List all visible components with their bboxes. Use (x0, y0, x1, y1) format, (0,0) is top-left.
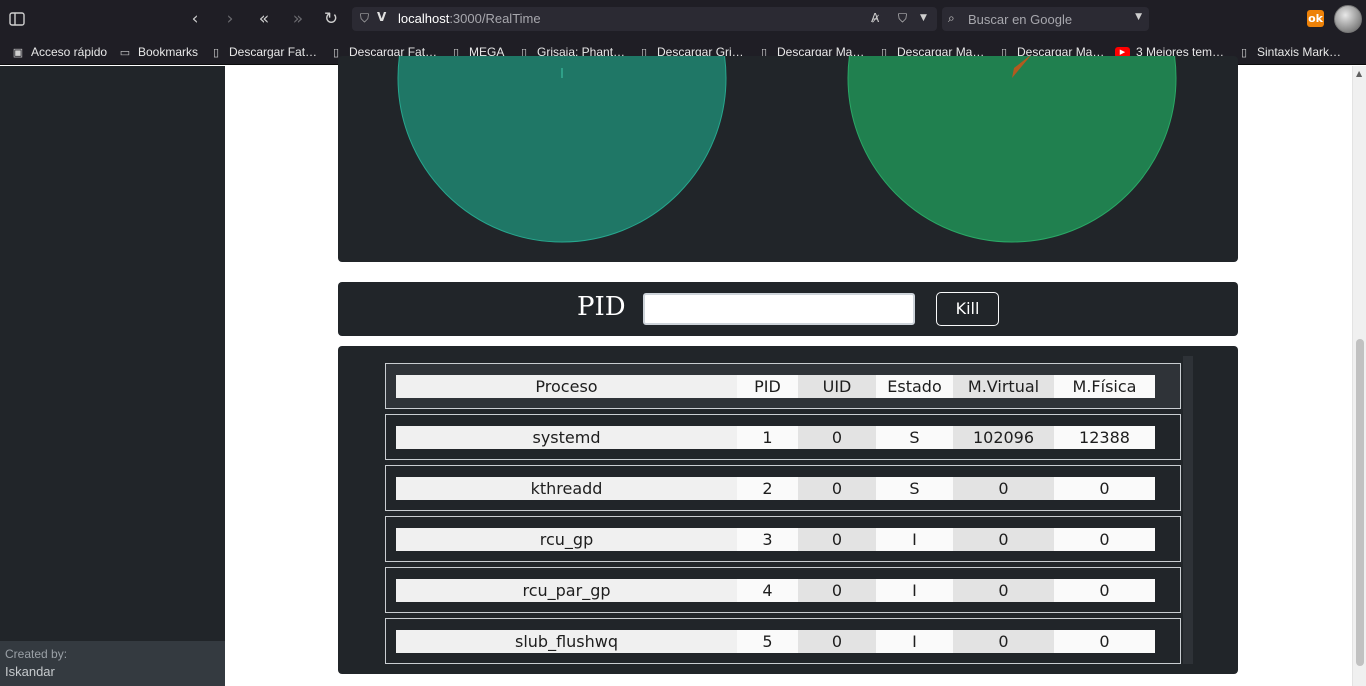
page-icon: ▯ (1240, 46, 1248, 59)
cell-mvirtual: 0 (953, 476, 1054, 500)
page-content: Created by: Iskandar PID Kill Proceso PI… (0, 56, 1352, 686)
bookmark-item[interactable]: ▣ Acceso rápido (11, 44, 107, 60)
search-icon: ⌕ (948, 11, 955, 25)
credit-label: Created by: (5, 647, 68, 661)
cell-uid: 0 (798, 527, 876, 551)
header-proceso: Proceso (396, 374, 737, 398)
quick-access-icon: ▣ (12, 46, 24, 59)
url-text[interactable]: localhost:3000/RealTime (398, 11, 541, 26)
cell-pid: 3 (737, 527, 798, 551)
bookmark-icon[interactable]: ⛉ (898, 11, 907, 26)
cell-mvirtual: 0 (953, 629, 1054, 653)
cell-pid: 2 (737, 476, 798, 500)
bookmark-label: Descargar Fat… (229, 45, 318, 59)
kill-process-form: PID Kill (338, 282, 1238, 336)
credit-footer: Created by: Iskandar (0, 641, 225, 686)
pid-label: PID (577, 292, 626, 322)
bookmark-label: Bookmarks (138, 45, 199, 59)
bookmark-label: Sintaxis Mark… (1257, 45, 1342, 59)
reload-icon[interactable]: ↻ (320, 8, 342, 30)
table-row[interactable]: rcu_gp 3 0 I 0 0 (385, 516, 1181, 562)
cell-proceso: rcu_gp (396, 527, 737, 551)
kill-button[interactable]: Kill (936, 292, 999, 326)
cell-estado: S (876, 476, 953, 500)
bookmark-item[interactable]: ▯ Sintaxis Mark… (1237, 44, 1341, 60)
cell-mvirtual: 102096 (953, 425, 1054, 449)
table-row[interactable]: systemd 1 0 S 102096 12388 (385, 414, 1181, 460)
search-engine-dropdown-icon[interactable]: ▼ (1135, 12, 1142, 22)
cell-estado: I (876, 527, 953, 551)
table-row[interactable]: slub_flushwq 5 0 I 0 0 (385, 618, 1181, 664)
cell-mfisica: 0 (1054, 578, 1155, 602)
cell-mfisica: 0 (1054, 476, 1155, 500)
scrollbar-thumb[interactable] (1356, 339, 1364, 666)
cell-uid: 0 (798, 425, 876, 449)
cell-estado: S (876, 425, 953, 449)
memory-pie-chart (847, 56, 1177, 243)
cell-proceso: slub_flushwq (396, 629, 737, 653)
page-scrollbar[interactable]: ▲ (1352, 66, 1366, 686)
cell-uid: 0 (798, 476, 876, 500)
cell-mfisica: 0 (1054, 629, 1155, 653)
back-icon[interactable]: ‹ (184, 8, 206, 30)
dropdown-icon[interactable]: ▼ (920, 13, 927, 23)
vivaldi-icon: V (377, 10, 387, 24)
profile-avatar[interactable] (1334, 5, 1362, 33)
charts-panel (338, 56, 1238, 262)
cell-proceso: kthreadd (396, 476, 737, 500)
bookmark-item[interactable]: ▯ Descargar Fat… (209, 44, 317, 60)
cell-pid: 4 (737, 578, 798, 602)
folder-icon: ▭ (119, 46, 131, 59)
header-pid: PID (737, 374, 798, 398)
sidebar: Created by: Iskandar (0, 66, 225, 686)
cell-pid: 1 (737, 425, 798, 449)
credit-name: Iskandar (5, 664, 55, 679)
table-header-row: Proceso PID UID Estado M.Virtual M.Físic… (385, 363, 1181, 409)
cell-proceso: rcu_par_gp (396, 578, 737, 602)
process-table-panel: Proceso PID UID Estado M.Virtual M.Físic… (338, 346, 1238, 674)
cell-estado: I (876, 578, 953, 602)
header-mfisica: M.Física (1054, 374, 1155, 398)
cell-uid: 0 (798, 578, 876, 602)
cell-pid: 5 (737, 629, 798, 653)
cell-mvirtual: 0 (953, 578, 1054, 602)
cell-uid: 0 (798, 629, 876, 653)
header-mvirtual: M.Virtual (953, 374, 1054, 398)
shield-icon[interactable]: ⛉ (360, 11, 369, 26)
table-row[interactable]: kthreadd 2 0 S 0 0 (385, 465, 1181, 511)
bookmark-item[interactable]: ▭ Bookmarks (118, 44, 198, 60)
search-field[interactable]: ⌕ Buscar en Google ▼ (942, 7, 1149, 31)
table-scrollbar[interactable] (1183, 356, 1193, 664)
pie-charts (397, 56, 1177, 243)
address-bar[interactable]: ⛉ V localhost:3000/RealTime A̷ ⛉ ▼ (352, 7, 937, 31)
bookmark-label: Acceso rápido (31, 45, 108, 59)
header-estado: Estado (876, 374, 953, 398)
rewind-icon[interactable]: « (253, 8, 275, 30)
pid-input[interactable] (643, 293, 915, 325)
forward-icon[interactable]: › (219, 8, 241, 30)
cell-mfisica: 0 (1054, 527, 1155, 551)
cell-estado: I (876, 629, 953, 653)
table-row[interactable]: rcu_par_gp 4 0 I 0 0 (385, 567, 1181, 613)
extension-icon[interactable]: ok (1307, 10, 1324, 27)
translate-icon[interactable]: A̷ (871, 11, 879, 25)
fast-forward-icon[interactable]: » (287, 8, 309, 30)
url-host: localhost (398, 11, 450, 26)
cpu-pie-chart (397, 56, 727, 243)
browser-toolbar: ‹ › « » ↻ ⛉ V localhost:3000/RealTime A̷… (0, 0, 1366, 38)
url-path: :3000/RealTime (449, 11, 541, 26)
search-placeholder: Buscar en Google (968, 12, 1073, 27)
cell-proceso: systemd (396, 425, 737, 449)
header-uid: UID (798, 374, 876, 398)
sidebar-toggle-icon[interactable] (6, 8, 28, 30)
scroll-up-icon[interactable]: ▲ (1356, 69, 1362, 78)
cell-mvirtual: 0 (953, 527, 1054, 551)
page-icon: ▯ (212, 46, 220, 59)
cell-mfisica: 12388 (1054, 425, 1155, 449)
